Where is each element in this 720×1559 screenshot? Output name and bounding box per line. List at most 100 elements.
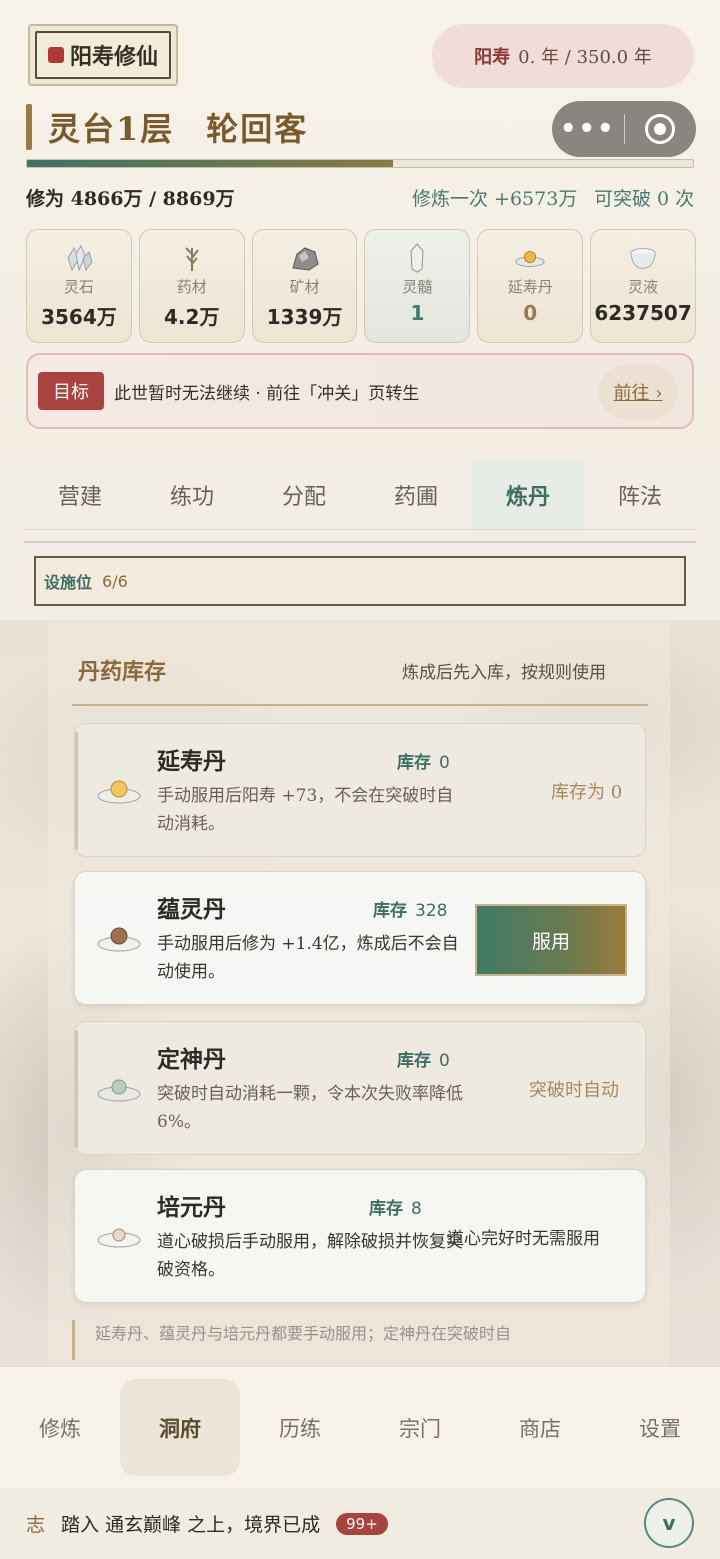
liquid-icon — [627, 244, 659, 272]
resource-card-marrow: 灵髓 1 — [364, 229, 471, 343]
resource-value: 4.2万 — [164, 305, 220, 329]
section-divider — [72, 704, 648, 706]
jade-pill-icon — [95, 1072, 143, 1104]
close-program-button[interactable] — [625, 114, 697, 144]
pill-card-spirit: 蕴灵丹 库存 328 手动服用后修为 +1.4亿，炼成后不会自动使用。 服用 — [74, 871, 646, 1005]
inventory-subtitle: 炼成后先入库，按规则使用 — [402, 663, 606, 683]
pill-description: 手动服用后阳寿 +73，不会在突破时自动消耗。 — [157, 786, 454, 834]
tab-alchemy[interactable]: 炼丹 — [472, 460, 584, 530]
pill-status: 突破时自动 — [529, 1080, 619, 1101]
facility-value: 6/6 — [102, 571, 128, 591]
pill-stock: 库存 0 — [397, 1051, 450, 1071]
pill-name: 培元丹 — [157, 1194, 226, 1221]
resource-card-herbs: 药材 4.2万 — [138, 229, 245, 343]
nav-adventure[interactable]: 历练 — [240, 1367, 360, 1488]
use-pill-button[interactable]: 服用 — [475, 904, 627, 976]
resource-label: 矿材 — [289, 278, 320, 296]
pill-stock: 库存 8 — [369, 1199, 422, 1219]
resource-value: 6237507 — [594, 301, 692, 325]
target-icon — [645, 114, 676, 144]
herb-icon — [176, 244, 208, 272]
cultivation-total: 修为 4866万 / 8869万 — [26, 188, 235, 210]
realm-title: 灵台1层 轮回客 — [48, 104, 308, 150]
resource-value: 1339万 — [266, 305, 343, 329]
seal-icon — [47, 47, 64, 63]
pill-stock: 库存 0 — [397, 753, 450, 773]
resource-label: 灵液 — [628, 278, 659, 296]
player-title: 轮回客 — [206, 110, 309, 148]
lifespan-value: 0. 年 / 350.0 年 — [518, 47, 652, 68]
inventory-title: 丹药库存 — [78, 659, 167, 685]
nav-cave[interactable]: 洞府 — [120, 1379, 240, 1476]
pill-card-calm: 定神丹 库存 0 突破时自动消耗一颗，令本次失败率降低 6%。 突破时自动 — [74, 1021, 646, 1155]
log-bar[interactable]: 志 踏入 通玄巅峰 之上，境界已成 99+ v — [0, 1488, 720, 1559]
marrow-icon — [401, 243, 433, 273]
chevron-down-icon[interactable]: v — [644, 1498, 694, 1548]
pill-stock: 库存 328 — [373, 901, 448, 921]
alchemy-content[interactable]: 丹药库存 炼成后先入库，按规则使用 延寿丹 库存 0 手动服用后阳寿 +73，不会… — [0, 620, 720, 1366]
mini-program-capsule: ••• — [552, 101, 696, 157]
nav-cultivate[interactable]: 修炼 — [0, 1367, 120, 1488]
tab-herb-garden[interactable]: 药圃 — [360, 460, 472, 530]
elixir-icon — [514, 244, 546, 272]
more-menu-button[interactable]: ••• — [552, 101, 624, 157]
resource-value: 0 — [523, 301, 538, 325]
goal-go-button[interactable]: 前往 › — [598, 365, 678, 419]
tab-build[interactable]: 营建 — [24, 460, 136, 530]
pill-description: 手动服用后修为 +1.4亿，炼成后不会自动使用。 — [157, 934, 459, 982]
lifespan-display: 阳寿 0. 年 / 350.0 年 — [432, 24, 694, 88]
crystal-icon — [63, 244, 95, 272]
pill-status: 道心完好时无需服用 — [447, 1229, 600, 1249]
brown-pill-icon — [95, 922, 143, 954]
resource-label: 灵石 — [63, 278, 94, 296]
goal-tag: 目标 — [38, 372, 104, 410]
nav-settings[interactable]: 设置 — [600, 1367, 720, 1488]
golden-pill-icon — [95, 774, 143, 806]
resource-label: 灵髓 — [402, 278, 433, 296]
cultivation-per-run: 修炼一次 +6573万 — [412, 188, 578, 210]
pill-status: 库存为 0 — [551, 782, 623, 803]
resource-label: 延寿丹 — [507, 278, 553, 296]
app-logo: 阳寿修仙 — [28, 24, 178, 86]
pill-name: 蕴灵丹 — [157, 896, 226, 923]
goal-text: 此世暂时无法继续 · 前往「冲关」页转生 — [114, 383, 420, 404]
lifespan-label: 阳寿 — [474, 47, 511, 68]
realm-accent-bar — [26, 104, 32, 150]
tab-allocate[interactable]: 分配 — [248, 460, 360, 530]
cave-tabs: 营建 练功 分配 药圃 炼丹 阵法 — [24, 460, 696, 530]
resource-value: 1 — [410, 301, 425, 325]
facility-slots: 设施位 6/6 — [34, 556, 686, 606]
realm-level: 灵台1层 — [48, 110, 175, 148]
log-count-badge: 99+ — [336, 1512, 388, 1535]
pill-description: 突破时自动消耗一颗，令本次失败率降低 6%。 — [157, 1084, 463, 1132]
tab-practice[interactable]: 练功 — [136, 460, 248, 530]
nav-sect[interactable]: 宗门 — [360, 1367, 480, 1488]
breakthrough-count: 可突破 0 次 — [594, 188, 695, 210]
tabs-divider — [24, 541, 696, 543]
resource-row: 灵石 3564万 药材 4.2万 矿材 1339万 灵髓 1 延寿丹 0 灵液 … — [26, 229, 696, 343]
tab-formation[interactable]: 阵法 — [584, 460, 696, 530]
resource-card-ore: 矿材 1339万 — [251, 229, 358, 343]
pearl-pill-icon — [95, 1220, 143, 1252]
facility-label: 设施位 — [44, 573, 93, 592]
resource-card-spirit-stone: 灵石 3564万 — [26, 229, 132, 343]
resource-card-longevity-pill: 延寿丹 0 — [477, 229, 584, 343]
pill-card-origin: 培元丹 库存 8 道心破损后手动服用，解除破损并恢复突破资格。 道心完好时无需服用 — [74, 1169, 646, 1303]
usage-tip: 延寿丹、蕴灵丹与培元丹都要手动服用；定神丹在突破时自 — [72, 1320, 672, 1360]
resource-card-spirit-liquid: 灵液 6237507 — [590, 229, 696, 343]
resource-value: 3564万 — [41, 305, 117, 329]
nav-shop[interactable]: 商店 — [480, 1367, 600, 1488]
progress-fill — [27, 160, 393, 167]
logo-text: 阳寿修仙 — [69, 44, 158, 70]
cultivation-progress-bar — [26, 159, 694, 168]
log-message: 踏入 通玄巅峰 之上，境界已成 — [61, 1514, 321, 1536]
resource-label: 药材 — [176, 278, 207, 296]
pill-card-longevity: 延寿丹 库存 0 手动服用后阳寿 +73，不会在突破时自动消耗。 库存为 0 — [74, 723, 646, 857]
bottom-nav: 修炼 洞府 历练 宗门 商店 设置 — [0, 1366, 720, 1488]
goal-banner: 目标 此世暂时无法继续 · 前往「冲关」页转生 前往 › — [26, 353, 694, 429]
log-tag: 志 — [26, 1514, 46, 1536]
ore-icon — [289, 244, 321, 272]
pill-name: 定神丹 — [157, 1046, 226, 1073]
pill-description: 道心破损后手动服用，解除破损并恢复突破资格。 — [157, 1232, 463, 1280]
pill-name: 延寿丹 — [157, 748, 226, 775]
